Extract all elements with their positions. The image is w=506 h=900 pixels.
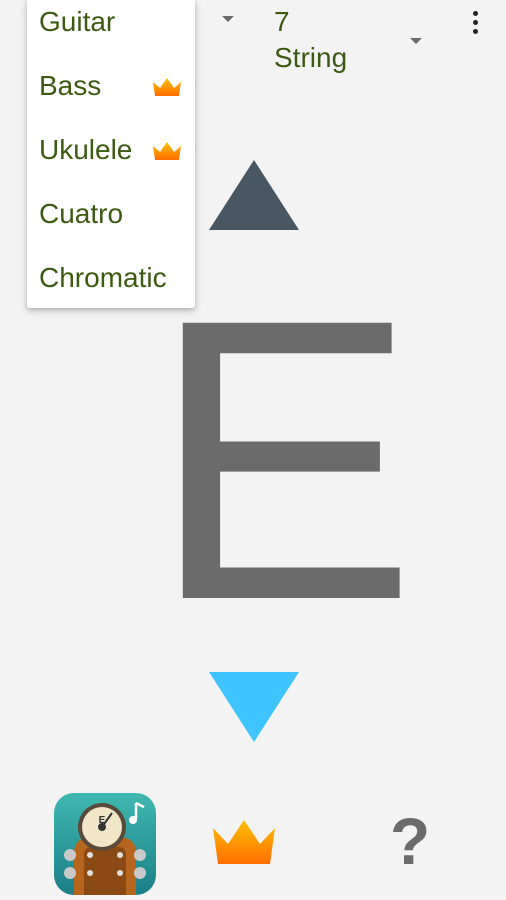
note-display: E <box>150 236 417 683</box>
crown-icon[interactable] <box>210 816 278 868</box>
menu-item-bass[interactable]: Bass <box>39 66 195 106</box>
menu-item-cuatro[interactable]: Cuatro <box>39 194 195 234</box>
menu-item-label: Cuatro <box>39 198 124 229</box>
menu-item-label: Bass <box>39 70 102 101</box>
menu-item-label: Chromatic <box>39 262 167 293</box>
menu-item-label: Ukulele <box>39 134 133 165</box>
tuner-app-icon[interactable]: E <box>54 793 156 895</box>
menu-item-guitar[interactable]: Guitar <box>39 2 195 42</box>
crown-icon <box>153 78 181 96</box>
menu-item-ukulele[interactable]: Ukulele <box>39 130 195 170</box>
triangle-up-icon <box>209 160 299 230</box>
tuning-dropdown-caret-icon <box>410 38 422 44</box>
instrument-dropdown-caret-icon[interactable] <box>222 16 234 22</box>
app-icon-graphic: E <box>54 793 156 895</box>
more-vert-icon[interactable] <box>462 8 488 38</box>
app-icon-dial-letter: E <box>99 815 106 826</box>
help-button[interactable]: ? <box>380 806 440 876</box>
tuning-label: 7 String <box>274 6 348 73</box>
triangle-down-icon <box>209 672 299 742</box>
bottom-bar: E ? <box>0 780 506 900</box>
tuning-dropdown[interactable]: 7 String <box>274 4 424 84</box>
menu-item-label: Guitar <box>39 6 116 37</box>
crown-icon <box>153 142 181 160</box>
